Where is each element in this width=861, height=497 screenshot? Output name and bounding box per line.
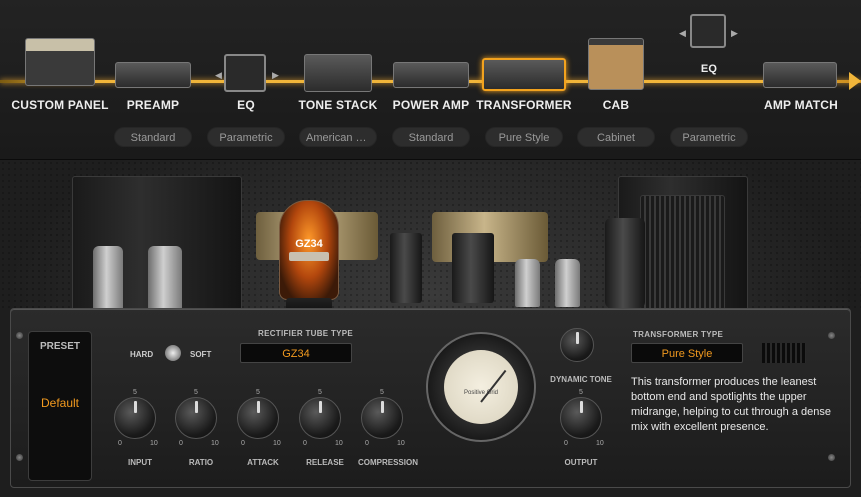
filter-capacitor xyxy=(148,246,182,311)
custom-panel-thumbnail-icon xyxy=(25,38,95,86)
output-knob[interactable] xyxy=(560,397,602,439)
transformer-description: This transformer produces the leanest bo… xyxy=(631,376,831,433)
knob-tick-min: 0 xyxy=(303,440,307,447)
module-setting-pill[interactable]: Pure Style xyxy=(485,127,563,147)
knob-tick-max: 10 xyxy=(150,440,158,447)
vent-grille xyxy=(762,343,806,363)
input-knob[interactable] xyxy=(114,397,156,439)
filter-capacitor xyxy=(555,259,580,307)
knob-tick-mid: 5 xyxy=(194,389,198,396)
knob-tick-mid: 5 xyxy=(318,389,322,396)
preset-title: PRESET xyxy=(39,341,80,352)
rectifier-tube-type-select[interactable]: GZ34 xyxy=(240,343,352,363)
transformer-thumbnail-icon xyxy=(482,58,566,91)
chevron-right-icon[interactable]: ▶ xyxy=(731,28,738,39)
module-setting-pill[interactable]: Parametric xyxy=(670,127,748,147)
toggle-hard-label: HARD xyxy=(130,350,154,359)
module-setting-pill[interactable]: Parametric xyxy=(207,127,285,147)
preset-value: Default xyxy=(40,396,80,410)
rectifier-tube-type-label: RECTIFIER TUBE TYPE xyxy=(258,329,354,338)
knob-tick-max: 10 xyxy=(596,440,604,447)
output-transformer-coil xyxy=(640,195,725,310)
knob-tick-max: 10 xyxy=(273,440,281,447)
signal-chain: CUSTOM PANEL PREAMP Standard ◀ ▶ EQ Para… xyxy=(0,0,861,160)
transformer-type-select[interactable]: Pure Style xyxy=(631,343,743,363)
knob-tick-max: 10 xyxy=(397,440,405,447)
capacitor-can xyxy=(390,233,422,303)
tube-logo-badge xyxy=(289,252,329,261)
attack-knob[interactable] xyxy=(237,397,279,439)
module-setting-pill[interactable]: Cabinet xyxy=(577,127,655,147)
filter-capacitor xyxy=(515,259,540,307)
capacitor-can xyxy=(452,233,494,303)
knob-tick-min: 0 xyxy=(365,440,369,447)
dynamic-tone-knob[interactable] xyxy=(560,328,594,362)
choke xyxy=(605,218,645,308)
hard-soft-toggle[interactable] xyxy=(165,345,181,361)
eq-thumbnail-icon xyxy=(690,14,726,48)
toggle-soft-label: SOFT xyxy=(190,350,212,359)
transformer-type-label: TRANSFORMER TYPE xyxy=(633,330,724,339)
chevron-left-icon[interactable]: ◀ xyxy=(215,70,222,81)
compression-knob[interactable] xyxy=(361,397,403,439)
tube-label: GZ34 xyxy=(295,238,323,250)
knob-tick-mid: 5 xyxy=(579,389,583,396)
screw-icon xyxy=(16,332,23,339)
knob-tick-max: 10 xyxy=(211,440,219,447)
rectifier-tube xyxy=(279,200,339,300)
knob-tick-mid: 5 xyxy=(380,389,384,396)
preamp-thumbnail-icon xyxy=(115,62,191,88)
knob-tick-min: 0 xyxy=(118,440,122,447)
amp-match-thumbnail-icon xyxy=(763,62,837,88)
knob-label: COMPRESSION xyxy=(357,458,418,467)
knob-tick-min: 0 xyxy=(241,440,245,447)
vu-meter-face xyxy=(444,350,518,424)
dynamic-tone-label: DYNAMIC TONE xyxy=(550,375,612,384)
knob-tick-min: 0 xyxy=(179,440,183,447)
knob-tick-min: 0 xyxy=(564,440,568,447)
knob-tick-max: 10 xyxy=(335,440,343,447)
tone-stack-thumbnail-icon xyxy=(304,54,372,92)
screw-icon xyxy=(828,332,835,339)
knob-tick-mid: 5 xyxy=(256,389,260,396)
screw-icon xyxy=(828,454,835,461)
release-knob[interactable] xyxy=(299,397,341,439)
power-amp-thumbnail-icon xyxy=(393,62,469,88)
module-setting-pill[interactable]: American Cl... xyxy=(299,127,377,147)
eq-thumbnail-icon xyxy=(224,54,266,92)
module-amp-match[interactable]: AMP MATCH xyxy=(741,0,861,160)
ratio-knob[interactable] xyxy=(175,397,217,439)
filter-capacitor xyxy=(93,246,123,311)
screw-icon xyxy=(16,454,23,461)
cab-thumbnail-icon xyxy=(588,38,644,90)
knob-label: OUTPUT xyxy=(564,458,598,467)
module-label: AMP MATCH xyxy=(763,98,839,112)
module-setting-pill[interactable]: Standard xyxy=(114,127,192,147)
module-setting-pill[interactable]: Standard xyxy=(392,127,470,147)
knob-tick-mid: 5 xyxy=(133,389,137,396)
vu-meter-brand: Positive Grid xyxy=(463,390,498,396)
chevron-left-icon[interactable]: ◀ xyxy=(679,28,686,39)
